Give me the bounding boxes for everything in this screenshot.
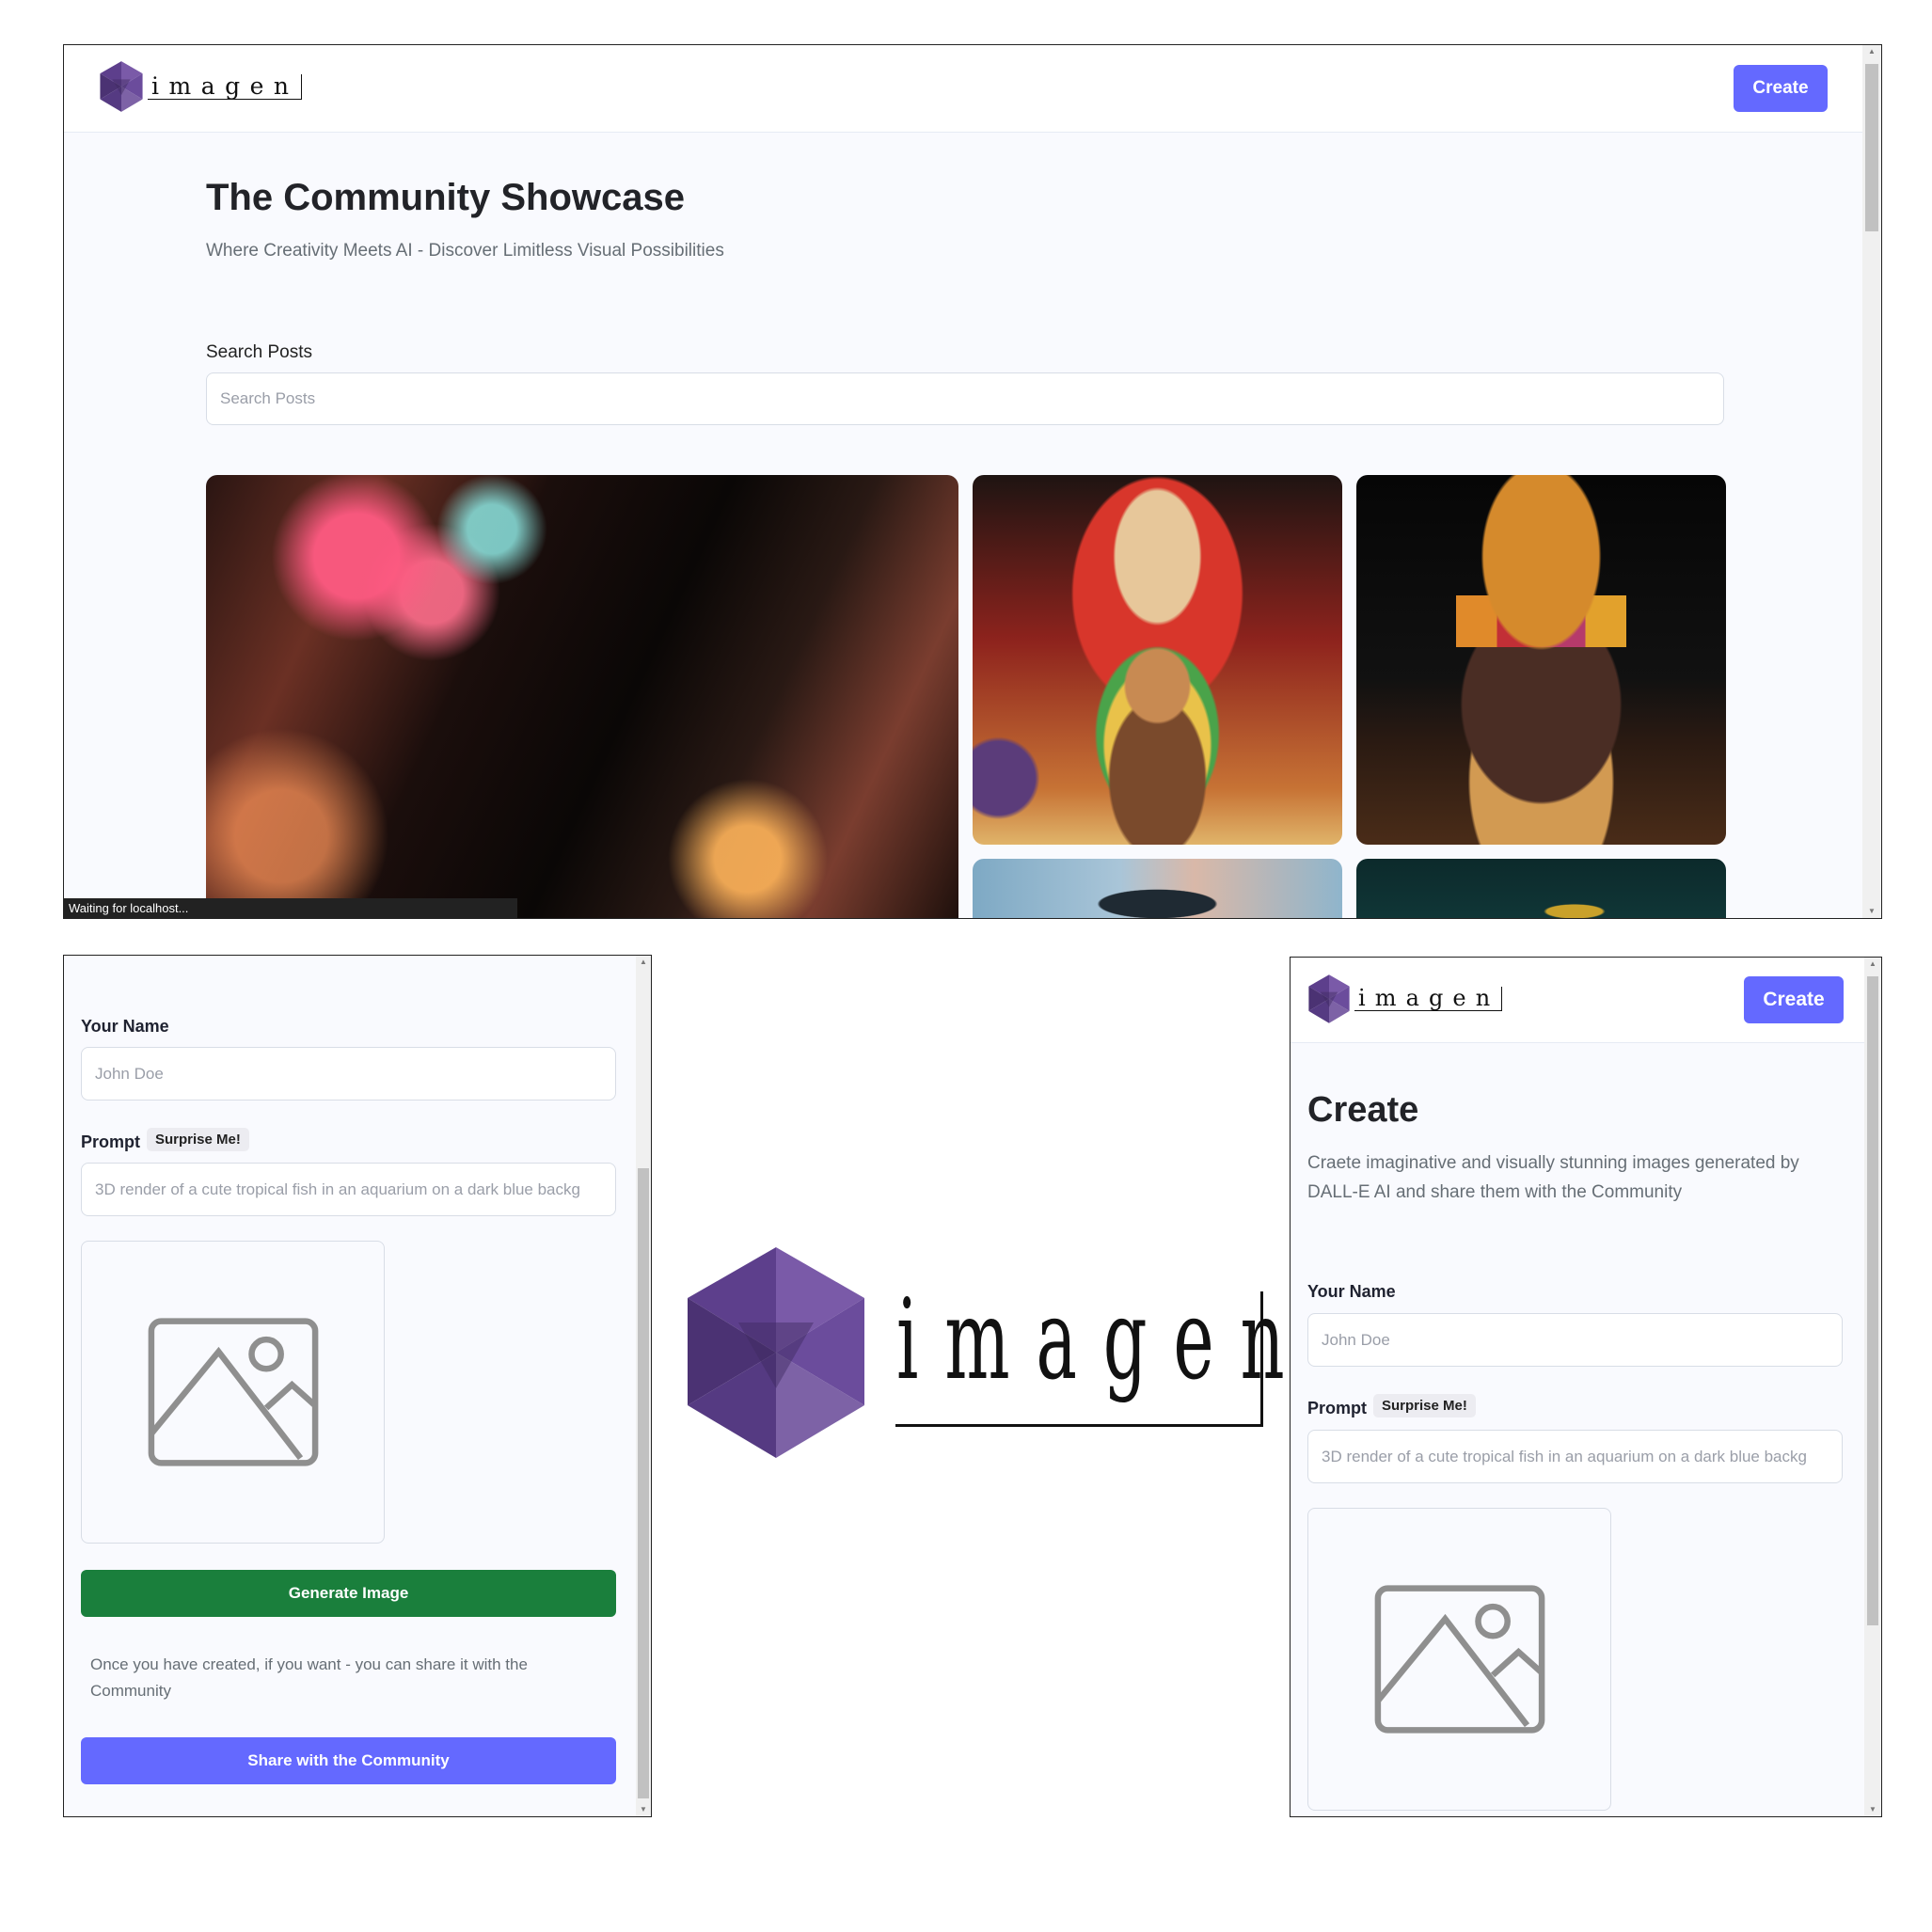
create-button[interactable]: Create: [1744, 976, 1844, 1023]
prompt-field[interactable]: [81, 1163, 616, 1216]
prompt-label: Prompt: [1307, 1399, 1367, 1417]
create-logo[interactable]: imagen: [1307, 974, 1503, 1023]
image-preview-box: [1307, 1508, 1611, 1811]
home-scrollbar[interactable]: ▲ ▼: [1862, 45, 1881, 918]
home-window: imagen Create The Community Showcase Whe…: [63, 44, 1882, 919]
scroll-down-arrow-icon[interactable]: ▼: [1864, 1803, 1881, 1816]
scroll-up-arrow-icon[interactable]: ▲: [636, 956, 651, 969]
image-placeholder-icon: [1374, 1584, 1545, 1734]
create-subtitle: Craete imaginative and visually stunning…: [1307, 1153, 1799, 1202]
gallery-image-city-night[interactable]: [206, 475, 958, 918]
create-header: imagen Create: [1291, 958, 1881, 1043]
name-label: Your Name: [81, 1017, 169, 1036]
search-label: Search Posts: [206, 342, 312, 362]
prompt-label: Prompt: [81, 1132, 140, 1151]
image-placeholder-icon: [148, 1317, 319, 1467]
gallery-image-dog-burger[interactable]: [973, 475, 1342, 845]
image-preview-box: [81, 1241, 385, 1544]
home-header: imagen Create: [64, 45, 1881, 133]
hexagon-logo-icon: [1307, 974, 1351, 1023]
scroll-thumb[interactable]: [1865, 64, 1878, 231]
form-scrollbar[interactable]: ▲ ▼: [636, 956, 651, 1816]
hexagon-logo-icon: [682, 1246, 870, 1459]
surprise-me-button[interactable]: Surprise Me!: [147, 1128, 249, 1151]
share-info-text: Once you have created, if you want - you…: [90, 1655, 528, 1700]
gallery-image-portrait[interactable]: [973, 859, 1342, 918]
prompt-field[interactable]: [1307, 1430, 1843, 1483]
page-subtitle: Where Creativity Meets AI - Discover Lim…: [206, 241, 724, 261]
scroll-thumb[interactable]: [1867, 976, 1878, 1625]
name-label: Your Name: [1307, 1282, 1396, 1301]
scroll-up-arrow-icon[interactable]: ▲: [1864, 958, 1881, 971]
logo-underline: [895, 1424, 1262, 1427]
scroll-thumb[interactable]: [638, 1168, 649, 1798]
search-input[interactable]: [206, 372, 1724, 425]
scroll-down-arrow-icon[interactable]: ▼: [636, 1803, 651, 1816]
create-page-window: imagen Create Create Craete imaginative …: [1290, 957, 1882, 1817]
create-scrollbar[interactable]: ▲ ▼: [1864, 958, 1881, 1816]
logo-text: imagen: [1354, 987, 1503, 1011]
page-title: The Community Showcase: [206, 177, 685, 218]
share-community-button[interactable]: Share with the Community: [81, 1737, 616, 1784]
logo-text: imagen: [148, 73, 302, 100]
name-field[interactable]: [81, 1047, 616, 1101]
large-brand-logo: imagen: [682, 1246, 1285, 1472]
scroll-down-arrow-icon[interactable]: ▼: [1862, 905, 1881, 918]
create-form-window: Your Name Prompt Surprise Me! Generate I…: [63, 955, 652, 1817]
generate-image-button[interactable]: Generate Image: [81, 1570, 616, 1617]
hexagon-logo-icon: [99, 61, 144, 112]
gallery-image-crown[interactable]: [1356, 859, 1726, 918]
create-button[interactable]: Create: [1734, 65, 1828, 112]
scroll-up-arrow-icon[interactable]: ▲: [1862, 45, 1881, 58]
surprise-me-button[interactable]: Surprise Me!: [1373, 1394, 1476, 1417]
gallery-image-burger[interactable]: [1356, 475, 1726, 845]
create-title: Create: [1307, 1090, 1419, 1130]
status-bar: Waiting for localhost...: [64, 898, 517, 918]
logo-vertical-rule: [1260, 1291, 1263, 1427]
large-logo-text: imagen: [896, 1275, 1311, 1404]
name-field[interactable]: [1307, 1313, 1843, 1367]
home-logo[interactable]: imagen: [99, 61, 302, 112]
